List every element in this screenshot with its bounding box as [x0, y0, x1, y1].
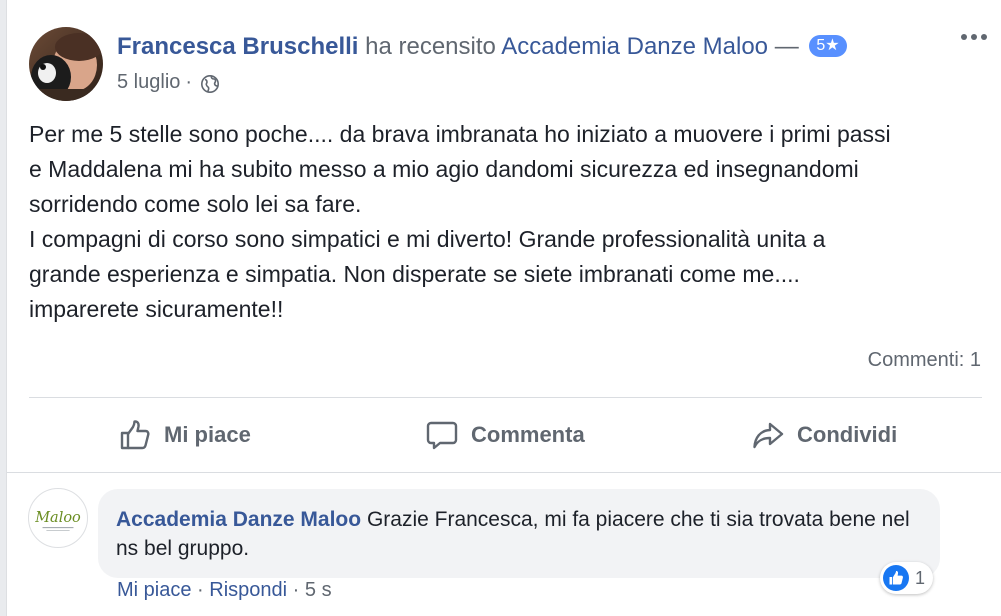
like-reaction-icon [883, 565, 909, 591]
review-text-line: imparerete sicuramente!! [29, 296, 284, 322]
meta-separator: · [292, 579, 300, 601]
comment-actions: Mi piace · Rispondi · 5 s [117, 579, 332, 602]
review-verb: ha recensito [365, 33, 496, 60]
review-text-line: sorridendo come solo lei sa fare. [29, 191, 362, 217]
more-options-icon[interactable] [961, 34, 987, 40]
review-post-card: Francesca Bruschelli ha recensito Accade… [6, 0, 1001, 616]
comments-count-link[interactable]: Commenti: 1 [868, 349, 981, 372]
share-arrow-icon [753, 422, 784, 449]
post-meta: 5 luglio · [117, 70, 220, 94]
page-avatar-logo-text: Maloo [34, 510, 81, 526]
like-button[interactable]: Mi piace [118, 415, 251, 455]
divider [29, 397, 982, 398]
review-text-line: e Maddalena mi ha subito messo a mio agi… [29, 156, 859, 182]
comment-bubble-icon [426, 421, 458, 450]
share-label: Condividi [797, 422, 898, 447]
meta-separator: · [197, 579, 204, 601]
comment-bubble: Accademia Danze Maloo Grazie Francesca, … [98, 489, 940, 578]
globe-icon[interactable] [200, 74, 220, 94]
thumbs-up-icon [120, 420, 150, 450]
author-avatar[interactable] [29, 27, 103, 101]
date-separator: · [185, 70, 193, 93]
comment-reply-link[interactable]: Rispondi [209, 579, 287, 601]
rating-badge: 5★ [809, 34, 847, 57]
page-avatar[interactable]: Maloo [28, 488, 88, 548]
share-button[interactable]: Condividi [751, 415, 897, 455]
review-text-line: grande esperienza e simpatia. Non disper… [29, 261, 800, 287]
review-text-line: Per me 5 stelle sono poche.... da brava … [29, 121, 891, 147]
page-name-link[interactable]: Accademia Danze Maloo [501, 33, 768, 60]
review-text: Per me 5 stelle sono poche.... da brava … [29, 117, 989, 327]
comment-label: Commenta [471, 422, 585, 447]
comment-reaction-badge[interactable]: 1 [880, 562, 934, 594]
post-header: Francesca Bruschelli ha recensito Accade… [117, 33, 847, 61]
comment-timestamp[interactable]: 5 s [305, 579, 332, 601]
author-name-link[interactable]: Francesca Bruschelli [117, 33, 358, 60]
comment-like-link[interactable]: Mi piace [117, 579, 191, 601]
post-date-link[interactable]: 5 luglio [117, 71, 180, 94]
comments-section: Maloo Accademia Danze Maloo Grazie Franc… [7, 472, 1001, 616]
review-text-line: I compagni di corso sono simpatici e mi … [29, 226, 826, 252]
header-dash: — [774, 33, 799, 60]
reaction-count: 1 [915, 567, 926, 588]
like-label: Mi piace [164, 422, 251, 447]
comment-button[interactable]: Commenta [425, 415, 585, 455]
comment-author-link[interactable]: Accademia Danze Maloo [116, 508, 361, 531]
